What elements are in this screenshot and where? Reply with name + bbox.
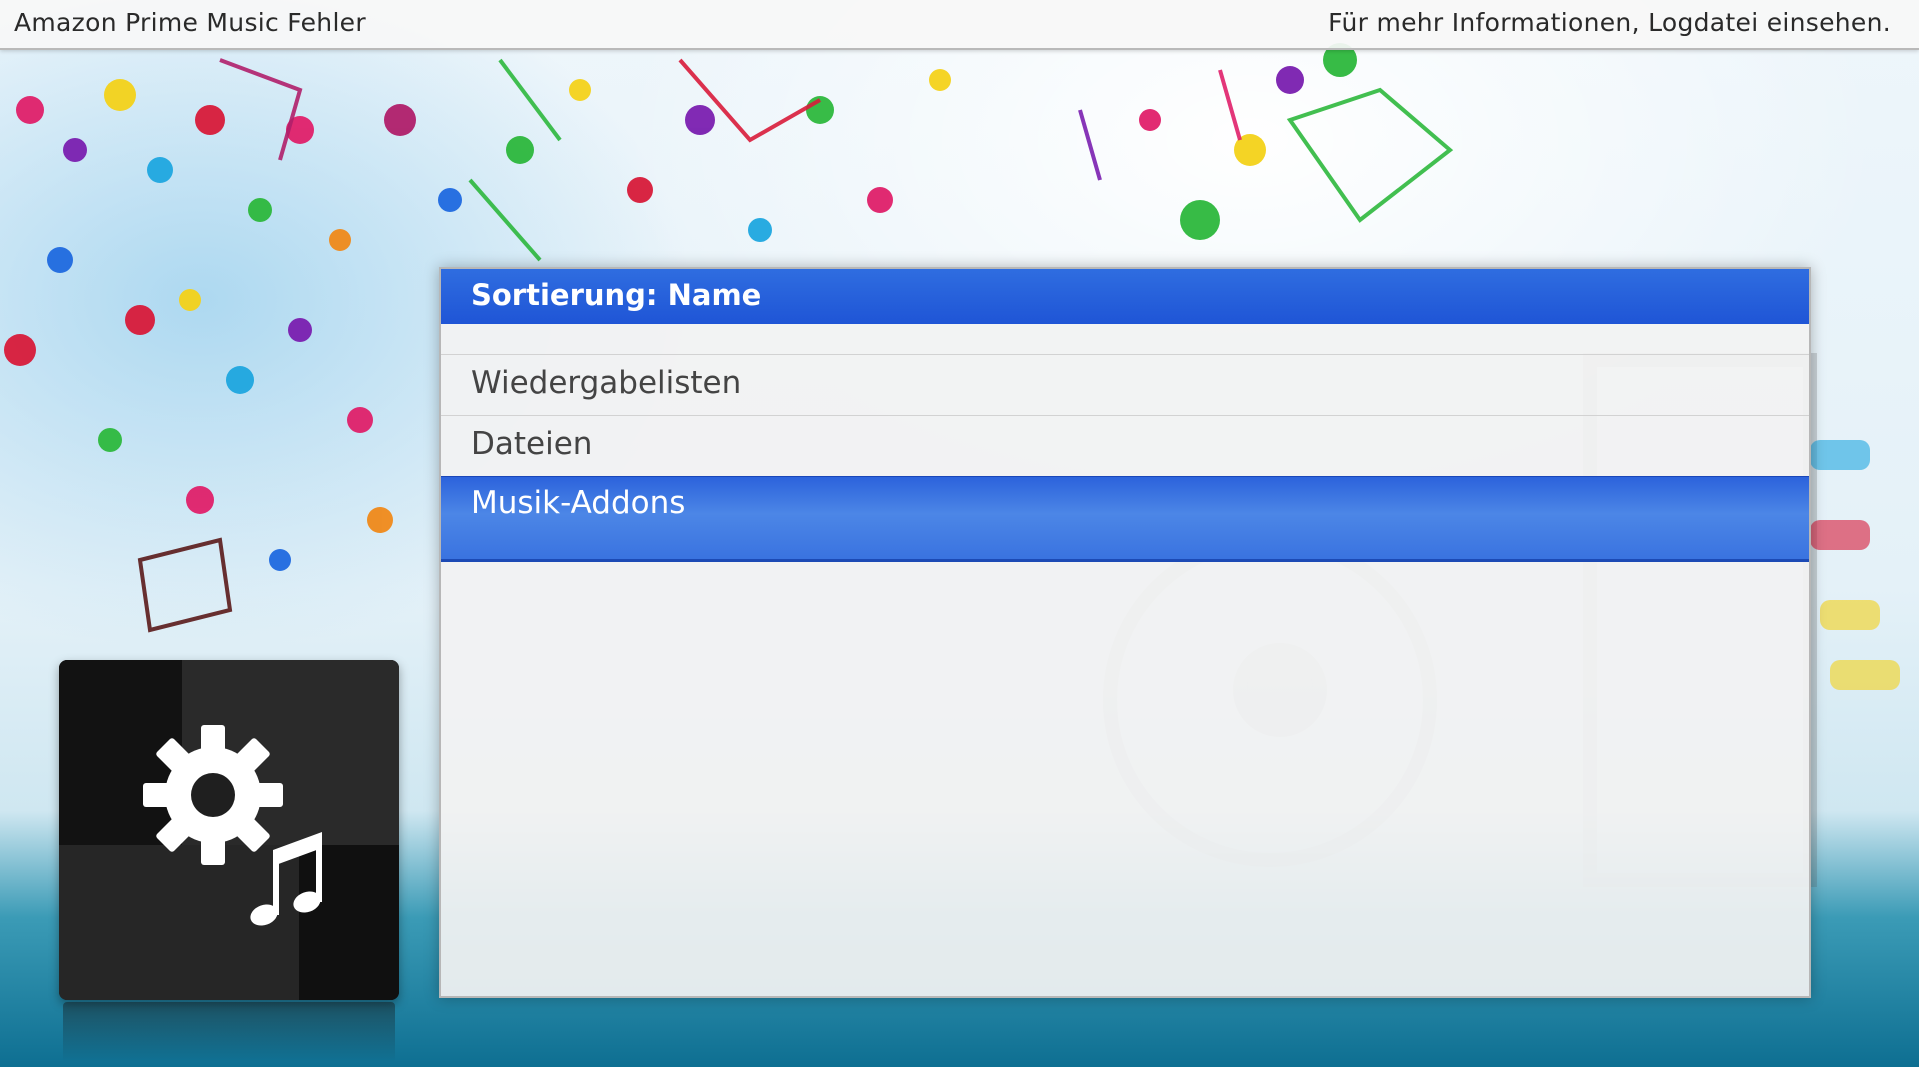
list-item-label: Wiedergabelisten <box>471 365 742 401</box>
list-item-musik-addons[interactable]: Musik-Addons <box>441 476 1809 562</box>
dialog-title: Sortierung: Name <box>471 278 762 312</box>
background: Amazon Prime Music Fehler Für mehr Infor… <box>0 0 1919 1067</box>
list-item-label: Musik-Addons <box>471 485 686 521</box>
error-title: Amazon Prime Music Fehler <box>14 8 366 37</box>
list-item-dateien[interactable]: Dateien <box>441 415 1809 476</box>
info-bar: Amazon Prime Music Fehler Für mehr Infor… <box>0 0 1919 50</box>
icon-reflection <box>63 1002 395 1062</box>
addon-icon-tile <box>59 660 399 1000</box>
log-hint-text: Für mehr Informationen, Logdatei einsehe… <box>1328 8 1891 37</box>
source-list: Wiedergabelisten Dateien Musik-Addons <box>441 354 1809 562</box>
sort-dialog: Sortierung: Name Wiedergabelisten Dateie… <box>439 267 1811 998</box>
list-item-wiedergabelisten[interactable]: Wiedergabelisten <box>441 354 1809 415</box>
gear-music-note-icon <box>143 725 322 926</box>
list-item-label: Dateien <box>471 426 593 462</box>
dialog-header: Sortierung: Name <box>441 269 1809 324</box>
